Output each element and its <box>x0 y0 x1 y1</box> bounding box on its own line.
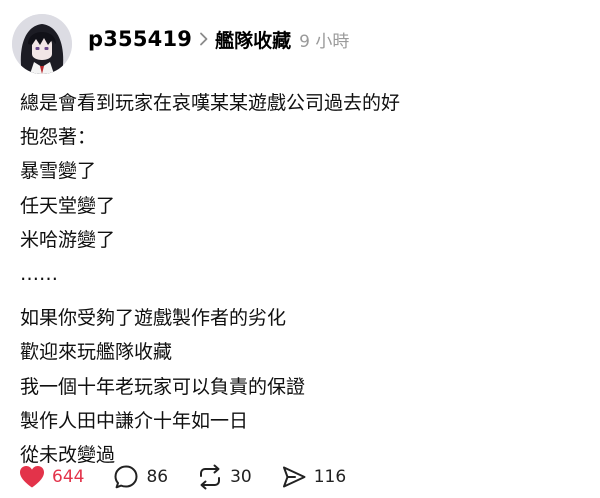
post-text-line: 暴雪變了 <box>20 160 97 183</box>
post-header: p355419 艦隊收藏 9 小時 <box>12 12 349 76</box>
avatar[interactable] <box>12 14 72 74</box>
post-text-line: 如果你受夠了遊戲製作者的劣化 <box>20 307 287 330</box>
comment-button[interactable]: 86 <box>112 463 168 491</box>
comment-icon <box>112 463 140 491</box>
repost-count: 30 <box>230 467 252 487</box>
post-text-line: 抱怨著： <box>20 126 97 149</box>
post-actions: 644 86 30 116 <box>18 462 374 492</box>
post-timestamp: 9 小時 <box>299 31 350 52</box>
post-card: p355419 艦隊收藏 9 小時 總是會看到玩家在哀嘆某某遊戲公司過去的好 抱… <box>0 0 600 498</box>
send-icon <box>280 463 308 491</box>
repost-icon <box>196 463 224 491</box>
post-text-line: 總是會看到玩家在哀嘆某某遊戲公司過去的好 <box>20 92 401 114</box>
comment-count: 86 <box>146 467 169 487</box>
post-text-line: …… <box>20 262 58 285</box>
post-text-line: 製作人田中謙介十年如一日 <box>20 409 249 432</box>
post-text-line: 歡迎來玩艦隊收藏 <box>20 341 173 364</box>
repost-button[interactable]: 30 <box>196 463 252 491</box>
like-count: 644 <box>52 467 85 487</box>
post-meta: p355419 艦隊收藏 9 小時 <box>88 26 349 53</box>
post-body: 總是會看到玩家在哀嘆某某遊戲公司過去的好 抱怨著： 暴雪變了 任天堂變了 米哈游… <box>20 86 590 472</box>
feed-name-link[interactable]: 艦隊收藏 <box>215 26 291 53</box>
post-text-line: 米哈游變了 <box>20 228 116 251</box>
share-button[interactable]: 116 <box>280 463 346 491</box>
like-button[interactable]: 644 <box>18 463 84 491</box>
heart-filled-icon <box>18 463 46 491</box>
avatar-image <box>12 14 72 74</box>
share-count: 116 <box>313 467 347 487</box>
username-link[interactable]: p355419 <box>88 27 192 51</box>
post-text-line: 我一個十年老玩家可以負責的保證 <box>20 375 306 398</box>
chevron-right-icon <box>199 32 209 46</box>
post-text-line: 任天堂變了 <box>20 194 116 217</box>
